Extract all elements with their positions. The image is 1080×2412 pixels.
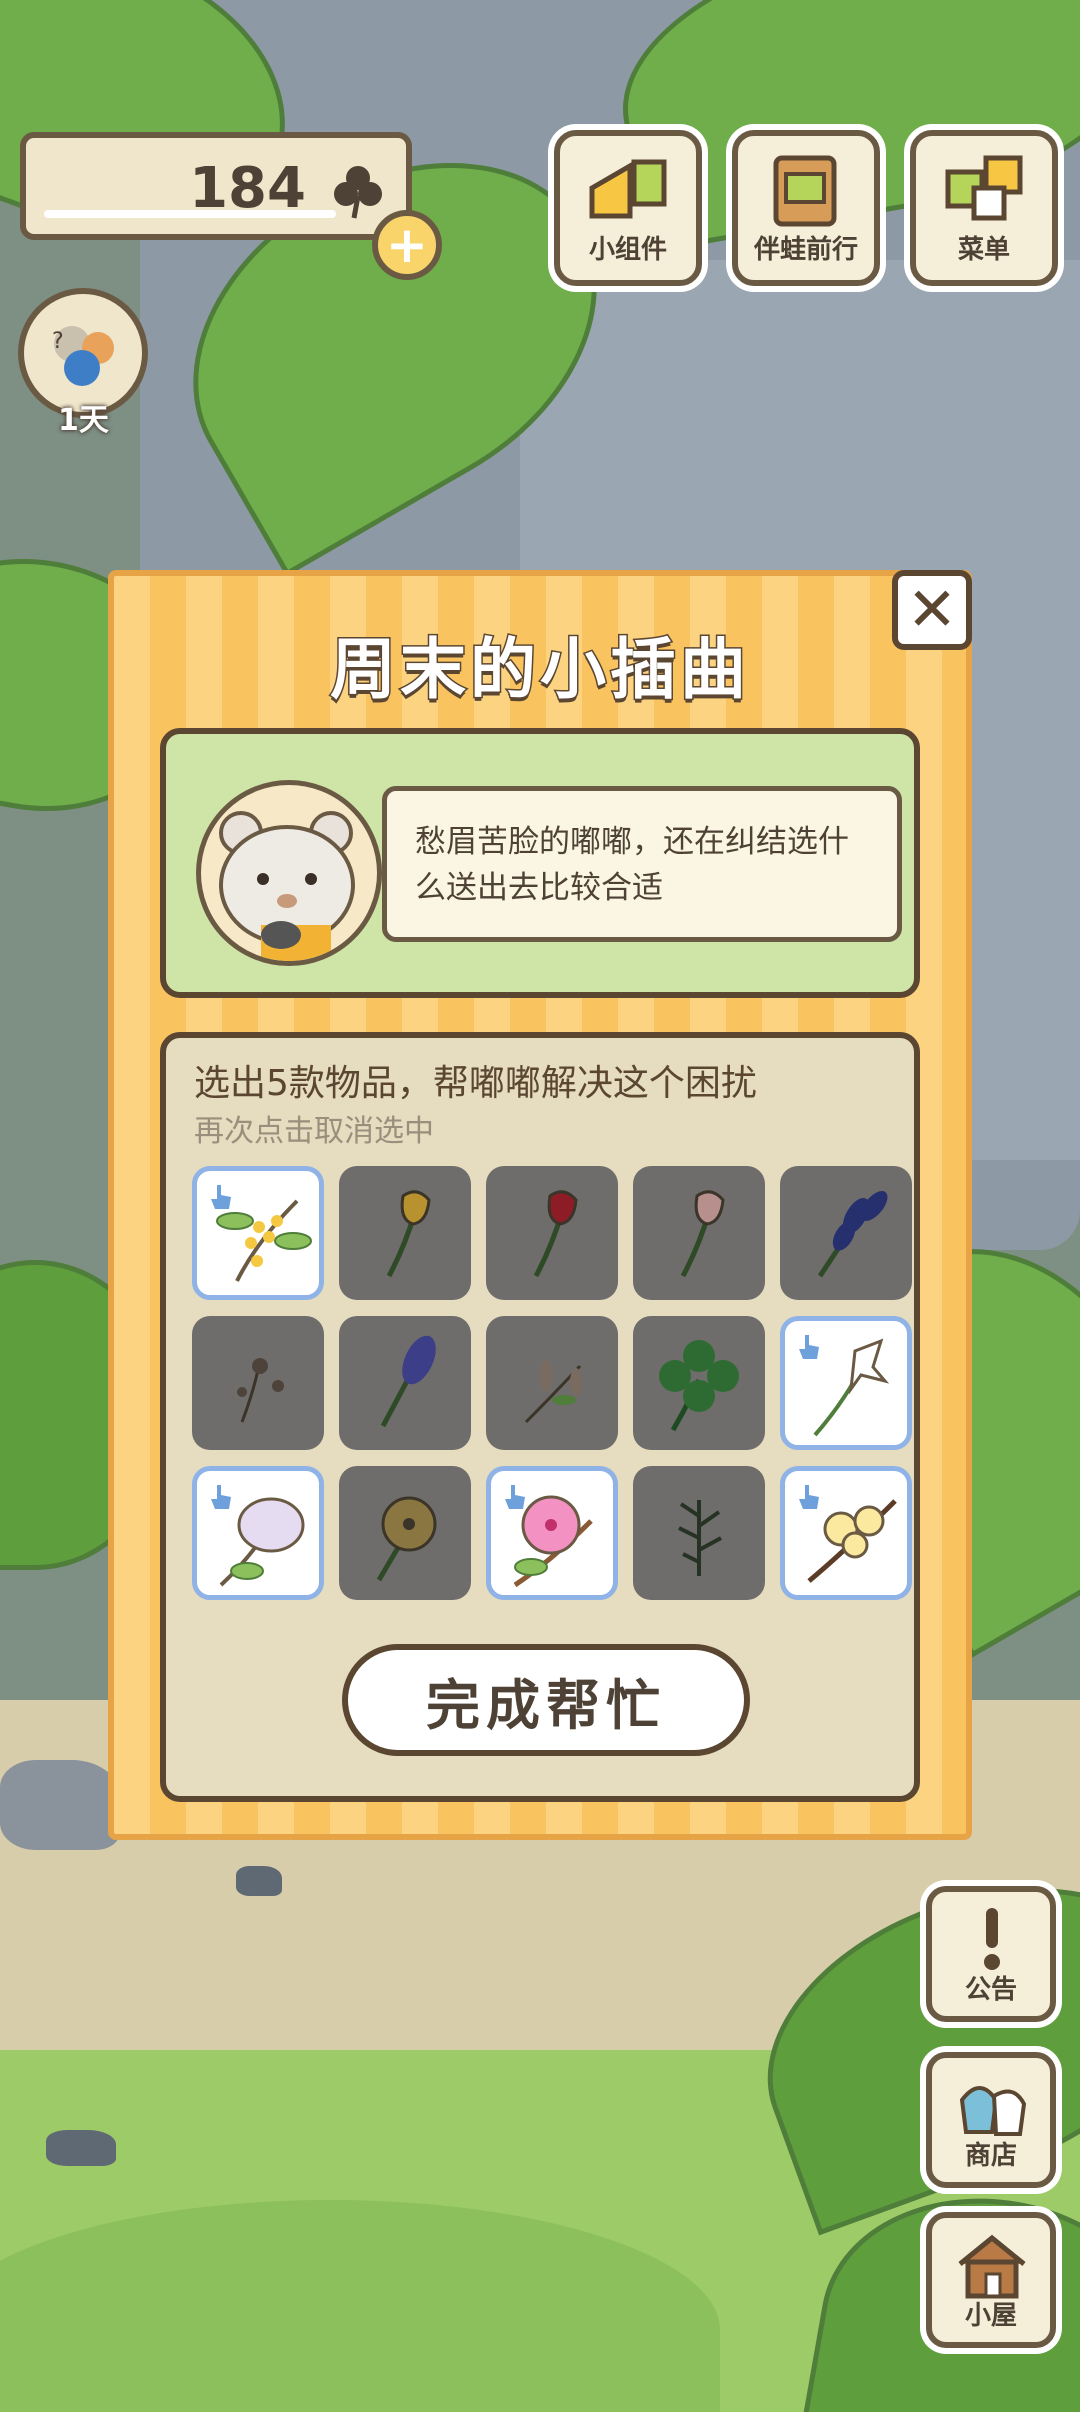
house-icon [958, 2234, 1026, 2299]
menu-button[interactable]: 菜单 [910, 130, 1058, 286]
item-selection-panel: 选出5款物品，帮嘟嘟解决这个困扰 再次点击取消选中 完成帮忙 [160, 1032, 920, 1802]
close-dialog-button[interactable]: ✕ [892, 570, 972, 650]
widget-label: 小组件 [588, 235, 667, 265]
album-button[interactable]: 伴蛙前行 [732, 130, 880, 286]
selected-hand-icon [799, 1335, 819, 1359]
event-dialog: 周末的小插曲 愁眉苦脸的嘟嘟，还在纠结选什么送出去比较合适 选出5款物品，帮嘟嘟… [108, 570, 972, 1840]
visitor-avatars-icon: ? [52, 326, 114, 386]
widget-icon [589, 159, 667, 219]
clover-icon [334, 166, 382, 219]
herb-sprig-icon [678, 1500, 722, 1576]
widget-button[interactable]: 小组件 [554, 130, 702, 286]
item-slot-iris[interactable] [780, 1166, 912, 1300]
npc-speech-bubble: 愁眉苦脸的嘟嘟，还在纠结选什么送出去比较合适 [382, 786, 902, 942]
house-button[interactable]: 小屋 [926, 2212, 1056, 2348]
npc-panel: 愁眉苦脸的嘟嘟，还在纠结选什么送出去比较合适 [160, 728, 920, 998]
shop-button[interactable]: 商店 [926, 2052, 1056, 2188]
yellow-tulip-icon [386, 1190, 431, 1278]
item-slot-lily[interactable] [780, 1316, 912, 1450]
iris-icon [817, 1191, 888, 1278]
item-slot-yellow-tulip[interactable] [339, 1166, 471, 1300]
hamster-portrait [196, 780, 382, 966]
selected-hand-icon [799, 1485, 819, 1509]
item-slot-lilac[interactable] [192, 1466, 324, 1600]
selection-instruction: 选出5款物品，帮嘟嘟解决这个困扰 [194, 1063, 757, 1104]
notice-button[interactable]: 公告 [926, 1886, 1056, 2022]
item-slot-catkin[interactable] [486, 1316, 618, 1450]
add-clover-button[interactable]: + [372, 210, 442, 280]
hamster-icon [219, 811, 355, 961]
shop-bags-icon [959, 2086, 1027, 2136]
shop-label: 商店 [964, 2141, 1017, 2171]
close-icon: ✕ [906, 575, 958, 645]
exclamation-icon [984, 1908, 1000, 1970]
selected-hand-icon [211, 1485, 231, 1509]
dandelion-icon [237, 1358, 284, 1423]
days-counter: 1天 [58, 403, 109, 438]
pink-tulip-icon [680, 1190, 725, 1278]
dialog-title: 周末的小插曲 [329, 630, 750, 710]
item-slot-pink-tulip[interactable] [633, 1166, 765, 1300]
menu-label: 菜单 [957, 235, 1010, 265]
notice-label: 公告 [964, 1975, 1017, 2005]
album-icon [773, 155, 837, 227]
plus-icon: + [386, 216, 428, 274]
clover-counter: 184 [20, 132, 412, 240]
album-label: 伴蛙前行 [753, 235, 858, 265]
hyacinth-icon [380, 1335, 436, 1428]
item-slot-red-tulip[interactable] [486, 1166, 618, 1300]
item-slot-hibiscus[interactable] [486, 1466, 618, 1600]
buttercup-icon [376, 1496, 437, 1582]
selection-hint: 再次点击取消选中 [194, 1114, 434, 1149]
item-slot-dandelion[interactable] [192, 1316, 324, 1450]
complete-help-button[interactable]: 完成帮忙 [342, 1644, 750, 1756]
four-leaf-clover-icon [659, 1340, 739, 1432]
catkin-icon [524, 1360, 582, 1424]
svg-text:?: ? [52, 329, 64, 354]
item-slot-wintersweet[interactable] [780, 1466, 912, 1600]
item-slot-buttercup[interactable] [339, 1466, 471, 1600]
item-slot-osmanthus[interactable] [192, 1166, 324, 1300]
item-slot-four-leaf-clover[interactable] [633, 1316, 765, 1450]
item-slot-herb-sprig[interactable] [633, 1466, 765, 1600]
menu-cards-icon [945, 155, 1023, 221]
red-tulip-icon [533, 1190, 578, 1278]
house-label: 小屋 [964, 2301, 1017, 2331]
npc-message: 愁眉苦脸的嘟嘟，还在纠结选什么送出去比较合适 [415, 824, 849, 906]
item-slot-hyacinth[interactable] [339, 1316, 471, 1450]
selected-hand-icon [211, 1185, 231, 1209]
selected-hand-icon [505, 1485, 525, 1509]
